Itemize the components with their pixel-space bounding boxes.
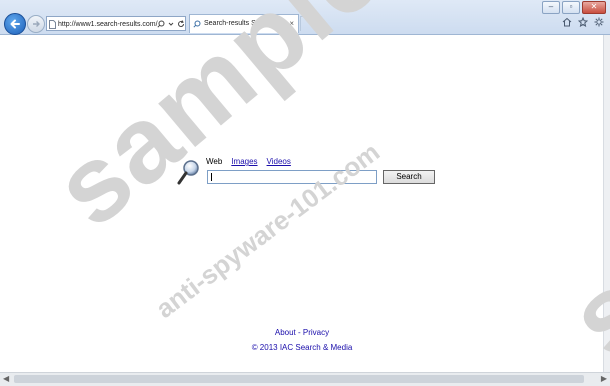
tab-videos[interactable]: Videos: [267, 157, 291, 166]
horizontal-scrollbar[interactable]: ◀ ▶: [0, 372, 610, 386]
toolbar-right: [562, 17, 604, 27]
new-tab-button[interactable]: [300, 16, 316, 31]
address-tools: [157, 16, 185, 31]
scroll-thumb[interactable]: [14, 375, 584, 383]
tab-title: Search-results Search: [204, 20, 274, 27]
scroll-left-arrow-icon[interactable]: ◀: [3, 374, 9, 383]
search-type-tabs: Web Images Videos: [206, 157, 291, 166]
browser-chrome: – ▫ ✕ http://www1.search-results.com/ Se…: [0, 0, 610, 35]
restore-button[interactable]: ▫: [562, 1, 580, 14]
search-icon[interactable]: [157, 20, 165, 28]
page-icon: [49, 20, 56, 29]
page-content: [0, 35, 604, 373]
tab-images[interactable]: Images: [231, 157, 257, 166]
home-icon[interactable]: [562, 17, 572, 27]
arrow-left-icon: [10, 19, 20, 29]
minimize-button[interactable]: –: [542, 1, 560, 14]
tab-close-button[interactable]: ×: [289, 15, 294, 33]
copyright-text: © 2013 IAC Search & Media: [251, 343, 353, 352]
search-input[interactable]: [207, 170, 377, 184]
window-controls: – ▫ ✕: [542, 1, 606, 14]
address-url: http://www1.search-results.com/: [58, 21, 158, 28]
vertical-scrollbar[interactable]: [603, 35, 610, 373]
arrow-right-icon: [33, 21, 40, 27]
gear-icon[interactable]: [594, 17, 604, 27]
back-button[interactable]: [4, 13, 26, 35]
chevron-down-icon[interactable]: [168, 21, 174, 27]
forward-button[interactable]: [27, 15, 45, 33]
magnifier-logo-icon: [177, 160, 199, 185]
search-icon: [193, 20, 201, 28]
scroll-right-arrow-icon[interactable]: ▶: [601, 374, 607, 383]
text-caret: [211, 173, 212, 181]
footer-links[interactable]: About - Privacy: [0, 328, 604, 337]
tab-web[interactable]: Web: [206, 157, 222, 166]
tab-search-results[interactable]: Search-results Search ×: [189, 14, 299, 33]
search-button[interactable]: Search: [383, 170, 435, 184]
close-window-button[interactable]: ✕: [582, 1, 606, 14]
star-icon[interactable]: [578, 17, 588, 27]
refresh-icon[interactable]: [177, 19, 185, 28]
